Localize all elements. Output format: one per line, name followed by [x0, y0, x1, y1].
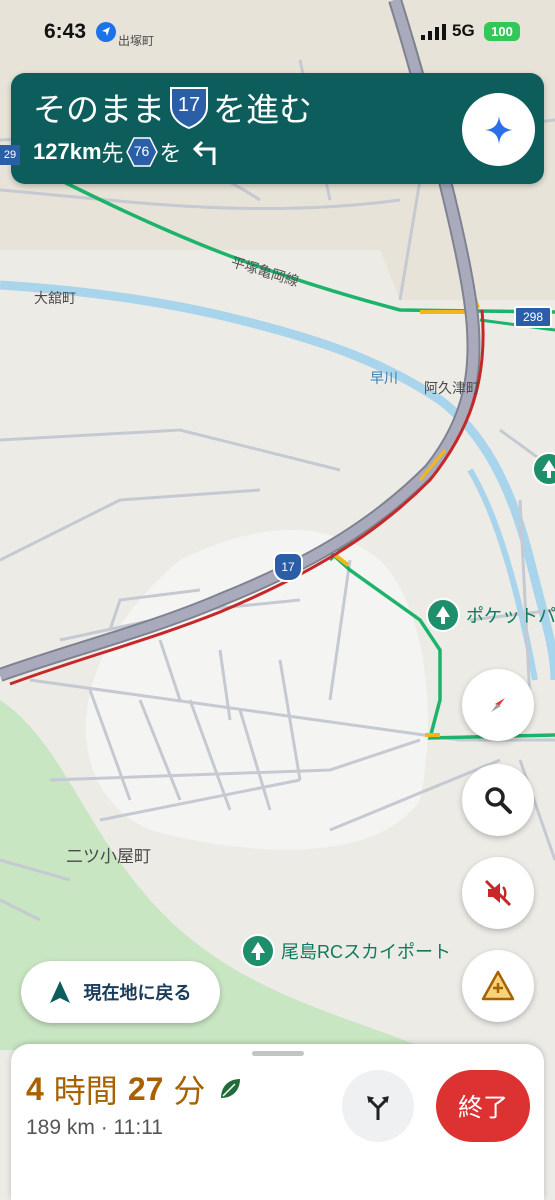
voice-muted-icon	[484, 879, 512, 907]
secondary-instruction: 127km 先 76 を	[33, 136, 220, 168]
route-shield-edge: 29	[0, 145, 20, 165]
location-arrow-icon	[96, 22, 116, 42]
primary-instruction: そのまま 17 を進む	[33, 83, 312, 131]
distance-arrival: 189 km · 11:11	[26, 1116, 163, 1139]
search-button[interactable]	[462, 764, 534, 836]
turn-left-icon	[192, 140, 216, 165]
search-icon	[485, 787, 512, 814]
trip-summary-sheet[interactable]: 4 時間 27 分 189 km · 11:11 終了	[11, 1044, 544, 1200]
alternate-routes-button[interactable]	[342, 1070, 414, 1142]
route-shield-17-icon: 17	[167, 85, 211, 129]
tree-icon	[241, 934, 275, 968]
sheet-drag-handle[interactable]	[252, 1051, 304, 1056]
map-label-akutsu: 阿久津町	[424, 380, 480, 396]
battery-indicator: 100	[484, 22, 520, 41]
recenter-button[interactable]: 現在地に戻る	[21, 961, 220, 1023]
network-type: 5G	[452, 21, 475, 40]
navigation-instruction-card[interactable]: 29 そのまま 17 を進む 127km 先 76 を	[0, 73, 544, 184]
navigation-arrow-icon	[49, 981, 70, 1003]
status-bar: 6:43 5G 100	[0, 0, 555, 60]
map-label-hayakawa: 早川	[370, 370, 398, 386]
route-shield-17: 17	[273, 552, 303, 582]
eta-duration: 4 時間 27 分	[26, 1066, 243, 1112]
tree-icon	[532, 452, 555, 486]
map-label-futatsugoya: 二ツ小屋町	[66, 847, 151, 866]
poi-pocket-park[interactable]: ポケットパ	[426, 598, 555, 632]
tree-icon	[426, 598, 460, 632]
poi-ojima-rc[interactable]: 尾島RCスカイポート	[241, 934, 451, 968]
report-incident-button[interactable]	[462, 950, 534, 1022]
end-navigation-button[interactable]: 終了	[436, 1070, 530, 1142]
sparkle-icon	[484, 115, 513, 144]
route-shield-298: 298	[514, 306, 552, 328]
mute-button[interactable]	[462, 857, 534, 929]
fork-arrows-icon	[367, 1096, 389, 1120]
status-time: 6:43	[44, 20, 87, 43]
map-label-odate: 大舘町	[34, 290, 76, 306]
poi-park-edge[interactable]	[532, 452, 555, 486]
eco-leaf-icon	[221, 1079, 241, 1098]
signal-icon	[421, 24, 446, 40]
assistant-button[interactable]	[462, 93, 535, 166]
compass-button[interactable]	[462, 669, 534, 741]
compass-icon	[491, 698, 505, 712]
route-shield-76-icon: 76	[125, 137, 158, 167]
warning-add-icon	[481, 970, 515, 1001]
